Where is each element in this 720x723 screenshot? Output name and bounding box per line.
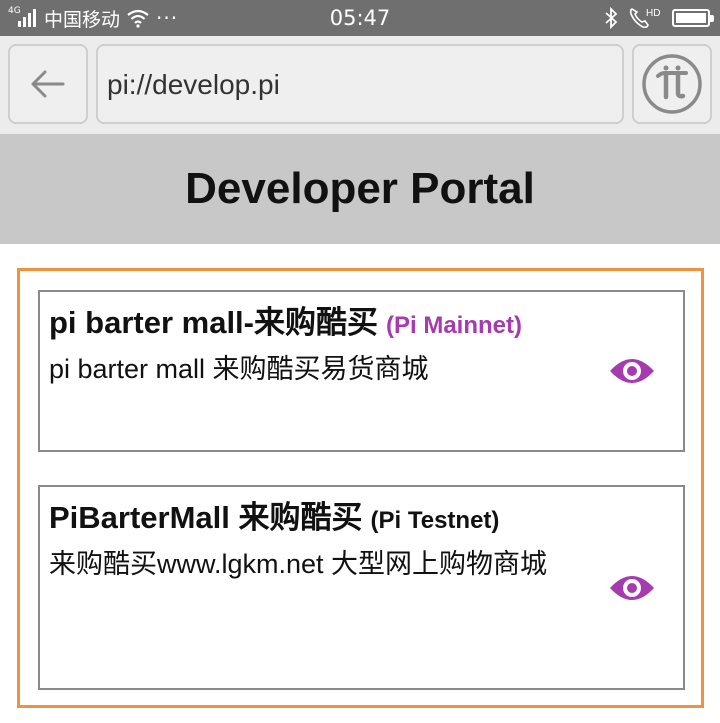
app-description: pi barter mall 来购酷买易货商城 bbox=[49, 354, 429, 384]
app-list: pi barter mall-来购酷买 (Pi Mainnet) pi barte… bbox=[17, 268, 704, 708]
pi-browser-button[interactable] bbox=[632, 44, 712, 124]
bluetooth-icon bbox=[605, 7, 618, 29]
app-network-badge: (Pi Testnet) bbox=[370, 507, 500, 534]
app-text: PiBarterMall 来购酷买 (Pi Testnet) 来购酷买www.lg… bbox=[49, 497, 549, 584]
pi-logo-icon bbox=[642, 54, 702, 114]
eye-icon bbox=[610, 576, 654, 600]
status-right: HD bbox=[604, 0, 714, 36]
hd-label: HD bbox=[646, 8, 660, 19]
browser-toolbar: pi://develop.pi bbox=[0, 36, 720, 134]
app-network-badge: (Pi Mainnet) bbox=[386, 312, 522, 339]
battery-icon bbox=[672, 9, 714, 27]
app-card-mainnet[interactable]: pi barter mall-来购酷买 (Pi Mainnet) pi barte… bbox=[38, 290, 685, 452]
app-card-testnet[interactable]: PiBarterMall 来购酷买 (Pi Testnet) 来购酷买www.lg… bbox=[38, 485, 685, 690]
app-description: 来购酷买www.lgkm.net 大型网上购物商城 bbox=[49, 549, 548, 579]
page-title: Developer Portal bbox=[185, 164, 535, 213]
app-name: pi barter mall-来购酷买 bbox=[49, 305, 378, 340]
back-button[interactable] bbox=[8, 44, 88, 124]
eye-icon bbox=[610, 359, 654, 383]
app-text: pi barter mall-来购酷买 (Pi Mainnet) pi barte… bbox=[49, 302, 549, 389]
view-app-button[interactable] bbox=[607, 571, 657, 605]
view-app-button[interactable] bbox=[607, 354, 657, 388]
arrow-left-icon bbox=[31, 70, 65, 98]
status-bar: 4G 中国移动 ··· 05:47 HD bbox=[0, 0, 720, 36]
phone-hd-icon: HD bbox=[629, 8, 660, 29]
url-input[interactable]: pi://develop.pi bbox=[96, 44, 624, 124]
page-header: Developer Portal bbox=[0, 134, 720, 244]
app-name: PiBarterMall 来购酷买 bbox=[49, 500, 363, 535]
